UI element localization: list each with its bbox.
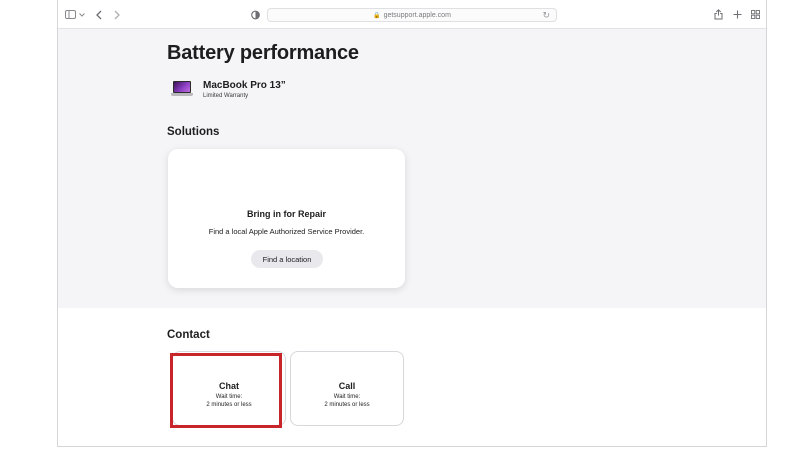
- product-name: MacBook Pro 13”: [203, 80, 286, 91]
- repair-card: Bring in for Repair Find a local Apple A…: [168, 149, 405, 288]
- address-bar[interactable]: 🔒 getsupport.apple.com ↻: [267, 8, 557, 22]
- find-location-button[interactable]: Find a location: [251, 250, 323, 268]
- contact-section: Contact Chat Wait time: 2 minutes or les…: [58, 308, 766, 446]
- chevron-down-icon[interactable]: [78, 8, 86, 21]
- macbook-icon: [171, 81, 193, 98]
- browser-toolbar: 🔒 getsupport.apple.com ↻: [58, 0, 766, 29]
- sidebar-icon[interactable]: [64, 8, 76, 21]
- reload-icon[interactable]: ↻: [542, 10, 550, 21]
- back-icon[interactable]: [94, 8, 104, 21]
- repair-card-description: Find a local Apple Authorized Service Pr…: [208, 227, 365, 236]
- solutions-heading: Solutions: [167, 126, 220, 138]
- share-icon[interactable]: [713, 8, 723, 21]
- browser-window: 🔒 getsupport.apple.com ↻ Battery perform…: [57, 0, 767, 447]
- chat-highlight-box: [170, 353, 282, 428]
- new-tab-icon[interactable]: [732, 8, 742, 21]
- lock-icon: 🔒: [373, 12, 381, 19]
- repair-card-title: Bring in for Repair: [246, 209, 326, 219]
- tab-overview-icon[interactable]: [750, 8, 760, 21]
- call-option-card[interactable]: Call Wait time: 2 minutes or less: [290, 351, 404, 426]
- address-url: getsupport.apple.com: [383, 11, 451, 19]
- call-wait-label: Wait time:: [333, 394, 361, 400]
- product-summary: MacBook Pro 13” Limited Warranty: [171, 80, 286, 99]
- call-wait-time: 2 minutes or less: [324, 402, 370, 408]
- page-title: Battery performance: [167, 42, 359, 64]
- call-option-title: Call: [338, 381, 356, 391]
- forward-icon[interactable]: [112, 8, 122, 21]
- privacy-shield-icon[interactable]: [250, 8, 260, 21]
- warranty-status: Limited Warranty: [203, 93, 249, 99]
- contact-heading: Contact: [167, 329, 210, 341]
